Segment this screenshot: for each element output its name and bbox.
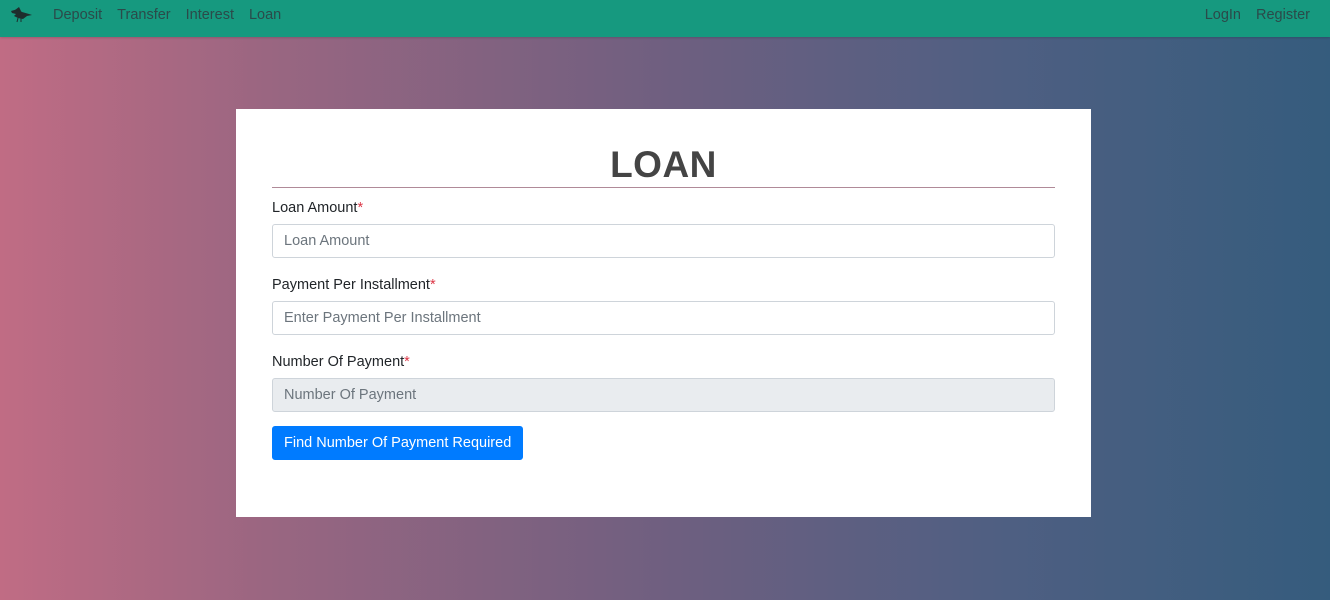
nav-left-links: Deposit Transfer Interest Loan [53, 0, 281, 30]
nav-link-interest[interactable]: Interest [186, 7, 234, 23]
nav-link-deposit[interactable]: Deposit [53, 7, 102, 23]
required-marker: * [429, 277, 436, 293]
nav-right-links: LogIn Register [1205, 0, 1310, 30]
payment-per-installment-input[interactable] [272, 301, 1055, 335]
bird-logo-icon[interactable] [9, 6, 33, 24]
required-marker: * [404, 354, 410, 370]
nav-link-register[interactable]: Register [1256, 7, 1310, 23]
nav-link-loan[interactable]: Loan [249, 7, 281, 23]
number-of-payment-label: Number Of Payment* [272, 353, 410, 371]
loan-amount-label-text: Loan Amount [272, 200, 358, 216]
number-of-payment-input[interactable] [272, 378, 1055, 412]
payment-per-installment-label-text: Payment Per Installment [272, 277, 430, 293]
top-navbar: Deposit Transfer Interest Loan LogIn Reg… [0, 0, 1330, 37]
payment-per-installment-label: Payment Per Installment* [272, 276, 436, 294]
title-divider [272, 187, 1055, 188]
nav-link-login[interactable]: LogIn [1205, 7, 1241, 23]
loan-form-card: LOAN Loan Amount* Payment Per Installmen… [236, 109, 1091, 517]
loan-amount-label: Loan Amount* [272, 199, 363, 217]
loan-amount-input[interactable] [272, 224, 1055, 258]
required-marker: * [357, 200, 364, 216]
page-title: LOAN [610, 144, 717, 185]
nav-link-transfer[interactable]: Transfer [117, 7, 170, 23]
number-of-payment-label-text: Number Of Payment [272, 354, 405, 370]
find-number-of-payment-button[interactable]: Find Number Of Payment Required [272, 426, 524, 460]
